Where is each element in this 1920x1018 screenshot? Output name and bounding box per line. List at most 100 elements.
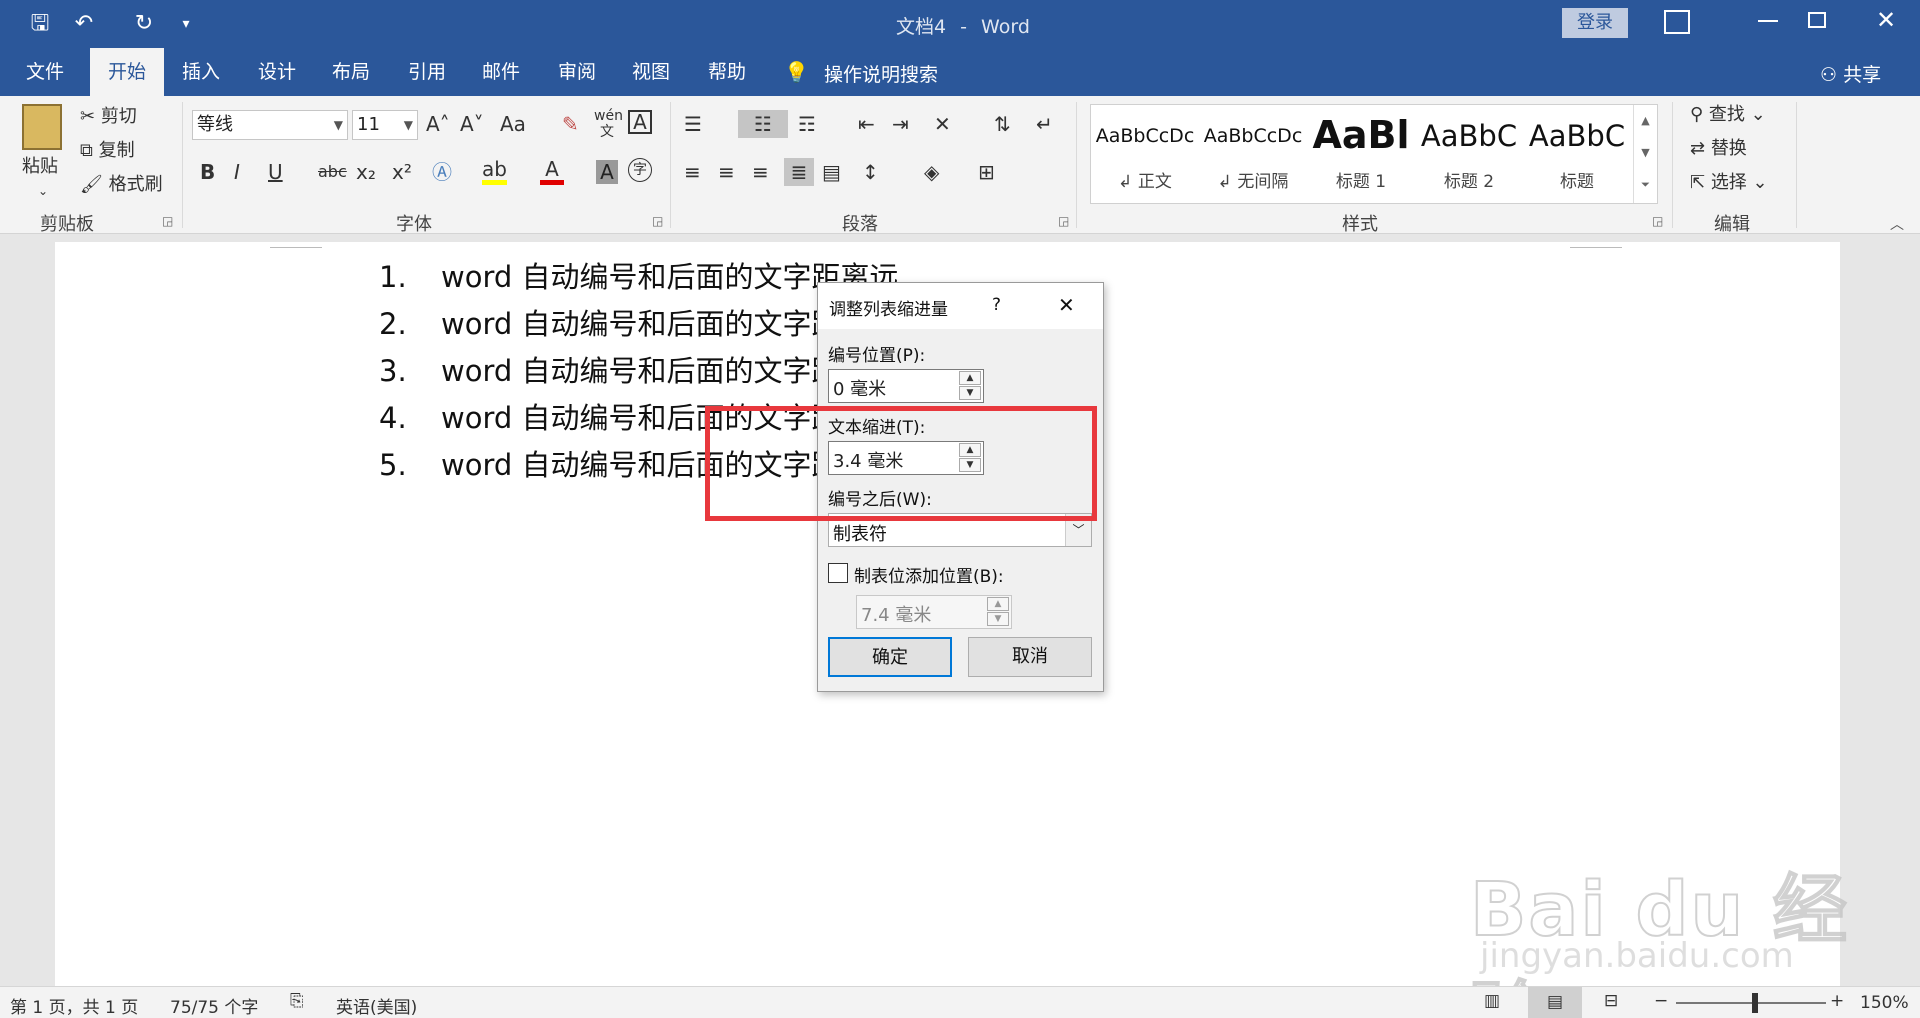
zoom-thumb[interactable] — [1752, 993, 1758, 1013]
strikethrough-icon[interactable]: abc — [318, 158, 347, 186]
copy-button[interactable]: ⧉ 复制 — [80, 138, 135, 164]
cut-button[interactable]: ✂ 剪切 — [80, 104, 137, 130]
close-window-icon[interactable]: ✕ — [1876, 6, 1896, 34]
zoom-level[interactable]: 150% — [1860, 993, 1909, 1013]
font-launcher-icon[interactable]: ◲ — [652, 214, 663, 228]
help-icon[interactable]: ? — [992, 295, 1001, 315]
replace-button[interactable]: ⇄ 替换 — [1690, 136, 1747, 162]
tab-help[interactable]: 帮助 — [694, 48, 760, 96]
spin-up-icon[interactable]: ▲ — [959, 371, 981, 385]
styles-launcher-icon[interactable]: ◲ — [1652, 214, 1663, 228]
enclose-char-icon[interactable]: 字 — [628, 158, 652, 182]
tab-add-checkbox[interactable] — [828, 563, 848, 583]
redo-icon[interactable]: ↻ — [128, 8, 160, 40]
borders-icon[interactable]: ⊞ — [978, 158, 995, 186]
multilevel-list-icon[interactable]: ☶ — [798, 110, 816, 138]
ribbon-display-icon[interactable] — [1664, 10, 1690, 34]
font-color-icon[interactable]: A — [540, 158, 564, 185]
zoom-slider[interactable] — [1676, 1002, 1826, 1004]
undo-icon[interactable]: ↶ — [68, 8, 100, 40]
superscript-icon[interactable]: x² — [392, 158, 412, 186]
tab-mailings[interactable]: 邮件 — [468, 48, 534, 96]
ok-button[interactable]: 确定 — [828, 637, 952, 677]
sort-icon[interactable]: ⇅ — [994, 110, 1011, 138]
font-size-combo[interactable]: 11 ▼ — [352, 110, 418, 140]
style-no-spacing[interactable]: AaBbCcDc ↲ 无间隔 — [1199, 105, 1307, 203]
char-border-icon[interactable]: A — [628, 110, 652, 134]
minimize-icon[interactable] — [1758, 20, 1778, 22]
paste-button[interactable]: 粘贴 — [22, 154, 58, 180]
style-normal[interactable]: AaBbCcDc ↲ 正文 — [1091, 105, 1199, 203]
align-left-icon[interactable]: ≡ — [684, 158, 701, 186]
distributed-icon[interactable]: ▤ — [822, 158, 841, 186]
justify-icon[interactable]: ≣ — [784, 158, 814, 186]
collapse-ribbon-icon[interactable]: ︿ — [1890, 214, 1904, 234]
tab-insert[interactable]: 插入 — [168, 48, 234, 96]
chevron-down-icon: ▼ — [333, 118, 343, 132]
close-icon[interactable]: ✕ — [1058, 293, 1075, 317]
tell-me-search[interactable]: 操作说明搜索 — [824, 60, 938, 87]
text-effects-icon[interactable]: Ⓐ — [432, 158, 452, 186]
increase-indent-icon[interactable]: ⇥ — [892, 110, 909, 138]
phonetic-guide-icon[interactable]: wén 文 — [594, 108, 623, 140]
share-button[interactable]: ⚇ 共享 — [1820, 60, 1881, 87]
tab-layout[interactable]: 布局 — [318, 48, 384, 96]
page-count[interactable]: 第 1 页，共 1 页 — [10, 993, 138, 1018]
tab-home[interactable]: 开始 — [90, 48, 164, 96]
show-marks-icon[interactable]: ↵ — [1036, 110, 1053, 138]
change-case-icon[interactable]: Aa — [500, 110, 526, 138]
font-name-combo[interactable]: 等线 ▼ — [192, 110, 348, 140]
italic-icon[interactable]: I — [234, 158, 240, 186]
select-button[interactable]: ⇱ 选择 ⌄ — [1690, 170, 1768, 196]
number-position-spinner[interactable]: 0 毫米 ▲ ▼ — [828, 369, 984, 403]
underline-icon[interactable]: U — [268, 158, 283, 186]
highlight-icon[interactable]: ab — [482, 158, 507, 185]
zoom-in-icon[interactable]: + — [1830, 991, 1844, 1011]
language-indicator[interactable]: 英语(美国) — [336, 993, 417, 1018]
read-mode-icon[interactable]: ▥ — [1484, 991, 1500, 1011]
shading-icon[interactable]: ◈ — [924, 158, 939, 186]
line-spacing-icon[interactable]: ↕ — [862, 158, 879, 186]
format-painter-button[interactable]: 🖌 格式刷 — [80, 172, 163, 198]
style-name: ↲ 正文 — [1118, 172, 1172, 192]
styles-scroll[interactable]: ▲ ▼ ⏷ — [1633, 105, 1657, 203]
clipboard-launcher-icon[interactable]: ◲ — [162, 214, 173, 228]
save-icon[interactable]: 🖫 — [24, 8, 56, 40]
proofing-icon[interactable]: ⎘ — [290, 991, 304, 1011]
style-heading-1[interactable]: AaBl 标题 1 — [1307, 105, 1415, 203]
tab-file[interactable]: 文件 — [12, 48, 78, 96]
zoom-out-icon[interactable]: − — [1654, 991, 1668, 1011]
tab-references[interactable]: 引用 — [394, 48, 460, 96]
paste-icon[interactable] — [22, 104, 62, 150]
numbering-icon[interactable]: ☷ — [738, 110, 788, 138]
decrease-indent-icon[interactable]: ⇤ — [858, 110, 875, 138]
align-right-icon[interactable]: ≡ — [752, 158, 769, 186]
customize-qat-icon[interactable]: ▾ — [170, 8, 202, 40]
login-button[interactable]: 登录 — [1562, 8, 1628, 38]
list-item[interactable]: 2. word 自动编号和后面的文字距 — [379, 301, 841, 343]
style-heading-2[interactable]: AaBbC 标题 2 — [1415, 105, 1523, 203]
align-center-icon[interactable]: ≡ — [718, 158, 735, 186]
bold-icon[interactable]: B — [200, 158, 215, 186]
subscript-icon[interactable]: x₂ — [356, 158, 376, 186]
find-button[interactable]: ⚲ 查找 ⌄ — [1690, 102, 1766, 128]
spin-down-icon[interactable]: ▼ — [959, 386, 981, 400]
chinese-layout-icon[interactable]: ✕ — [934, 110, 951, 138]
bullets-icon[interactable]: ☰ — [684, 110, 702, 138]
restore-icon[interactable] — [1808, 12, 1826, 28]
tab-review[interactable]: 审阅 — [544, 48, 610, 96]
print-layout-icon[interactable]: ▤ — [1528, 987, 1582, 1018]
word-count[interactable]: 75/75 个字 — [170, 993, 258, 1018]
web-layout-icon[interactable]: ⊟ — [1604, 991, 1618, 1011]
char-shading-icon[interactable]: A — [596, 160, 618, 184]
tab-design[interactable]: 设计 — [244, 48, 310, 96]
cancel-button[interactable]: 取消 — [968, 637, 1092, 677]
paste-dropdown-icon[interactable]: ⌄ — [38, 178, 48, 204]
clear-format-icon[interactable]: ✎ — [562, 110, 579, 138]
paragraph-launcher-icon[interactable]: ◲ — [1058, 214, 1069, 228]
list-item[interactable]: 3. word 自动编号和后面的文字距 — [379, 348, 841, 390]
shrink-font-icon[interactable]: A˅ — [460, 110, 484, 138]
grow-font-icon[interactable]: A˄ — [426, 110, 450, 138]
style-title[interactable]: AaBbC 标题 — [1523, 105, 1631, 203]
tab-view[interactable]: 视图 — [618, 48, 684, 96]
